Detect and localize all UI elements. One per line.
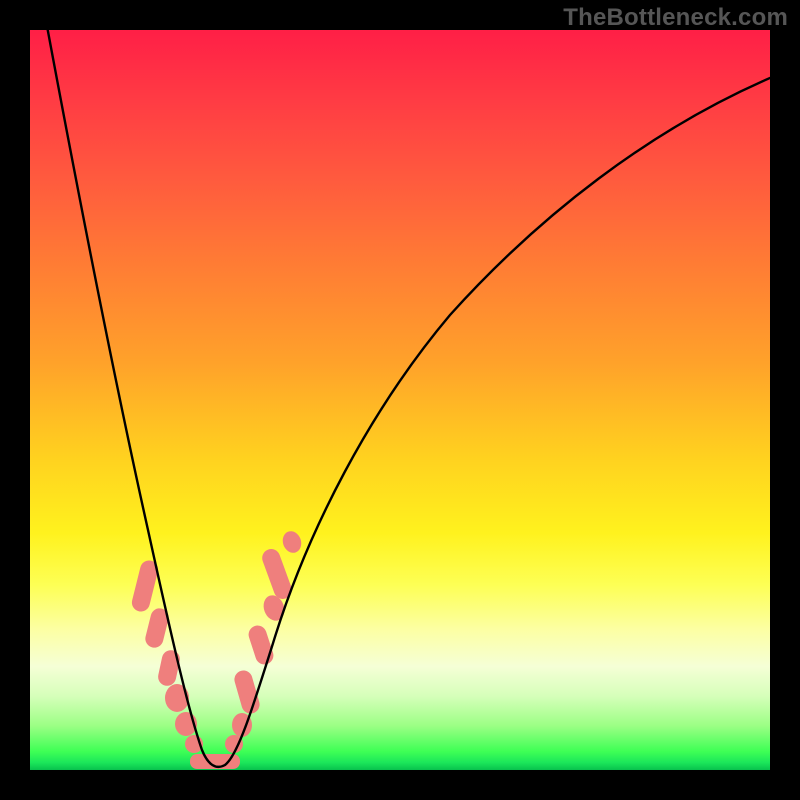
curve-path <box>44 30 770 767</box>
plot-area <box>30 30 770 770</box>
marker-group-right <box>225 529 304 753</box>
watermark-text: TheBottleneck.com <box>563 4 788 32</box>
bottleneck-curve <box>30 30 770 770</box>
marker-group-left <box>130 559 203 753</box>
chart-frame: TheBottleneck.com <box>0 0 800 800</box>
